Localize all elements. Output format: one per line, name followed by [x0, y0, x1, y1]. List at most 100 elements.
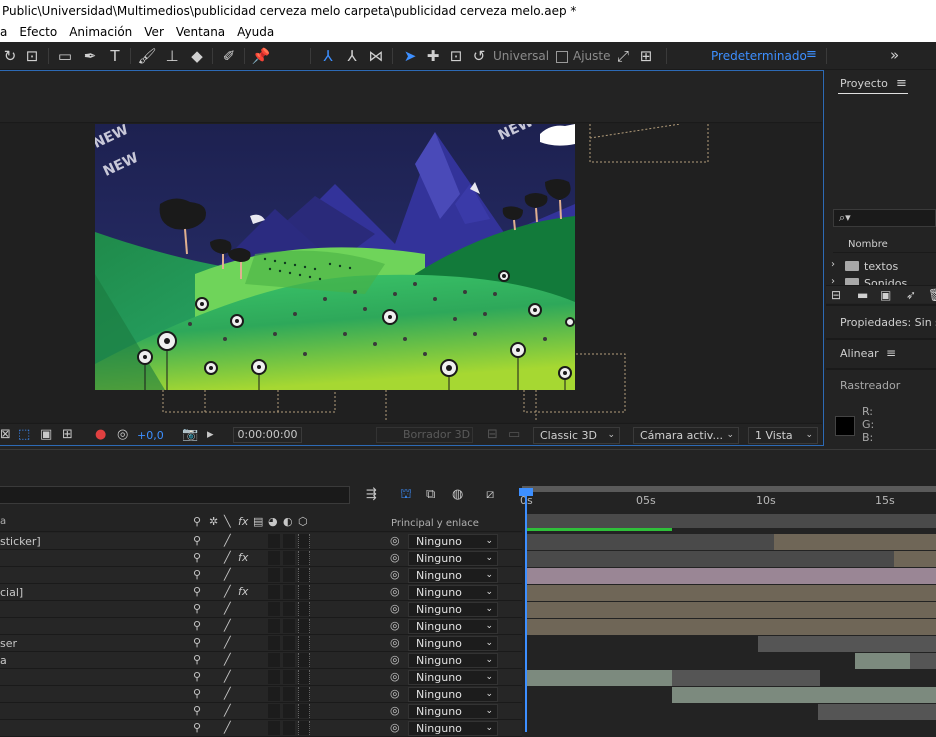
parent-dropdown[interactable]: Ninguno ⌄ — [408, 653, 498, 668]
puppet-pin-icon[interactable]: 📌 — [251, 46, 271, 66]
layer-row[interactable]: ⚲ ╱ ◎ Ninguno ⌄ — [0, 567, 522, 584]
motion-blur-switch[interactable] — [268, 721, 280, 735]
3d-layer-icon[interactable]: ⬡ — [298, 515, 308, 528]
pick-whip-icon[interactable]: ◎ — [390, 653, 400, 666]
shy-icon[interactable]: ⚲ — [193, 568, 201, 581]
layer-duration-bar[interactable] — [526, 619, 936, 635]
color-management-icon[interactable]: ◎ — [117, 427, 128, 442]
camera-dropdown[interactable]: Cámara activ... ⌄ — [633, 427, 739, 444]
scale-tool-icon[interactable]: ⊡ — [446, 46, 466, 66]
3d-layer-switch[interactable] — [298, 551, 310, 565]
layer-name[interactable]: sticker] — [0, 535, 41, 548]
frame-blending-icon[interactable]: ◍ — [452, 487, 463, 502]
snapshot-camera-icon[interactable]: 📷 — [182, 427, 198, 442]
pick-whip-icon[interactable]: ◎ — [390, 721, 400, 734]
pick-whip-icon[interactable]: ◎ — [390, 687, 400, 700]
motion-blur-switch[interactable] — [268, 568, 280, 582]
pick-whip-icon[interactable]: ◎ — [390, 568, 400, 581]
layer-duration-bar[interactable] — [526, 534, 774, 550]
rotate-icon[interactable]: ↻ — [0, 46, 20, 66]
quality-icon[interactable]: ╲ — [224, 515, 231, 528]
layer-duration-bar[interactable] — [526, 551, 894, 567]
layer-name-column[interactable]: a — [0, 516, 6, 527]
motion-blur-switch[interactable] — [268, 687, 280, 701]
world-axis-icon[interactable]: ⅄ — [342, 46, 362, 66]
layer-row[interactable]: ⚲ ╱ fx ◎ Ninguno ⌄ — [0, 550, 522, 567]
effect-switch-icon[interactable]: fx — [238, 551, 248, 564]
layer-row[interactable]: ⚲ ╱ ◎ Ninguno ⌄ — [0, 601, 522, 618]
snap-grid-icon[interactable]: ⊞ — [636, 46, 656, 66]
eraser-tool-icon[interactable]: ◆ — [187, 46, 207, 66]
parent-dropdown[interactable]: Ninguno ⌄ — [408, 721, 498, 736]
shy-icon[interactable]: ⚲ — [193, 687, 201, 700]
motion-blur-switch[interactable] — [268, 653, 280, 667]
menu-item-ventana[interactable]: Ventana — [171, 22, 232, 42]
project-settings-icon[interactable]: ➶ — [906, 288, 916, 302]
effect-icon[interactable]: fx — [238, 515, 248, 528]
layer-row[interactable]: ⚲ ╱ ◎ Ninguno ⌄ — [0, 618, 522, 635]
quality-switch-icon[interactable]: ╱ — [224, 721, 231, 734]
motion-blur-switch[interactable] — [268, 551, 280, 565]
quality-switch-icon[interactable]: ╱ — [224, 670, 231, 683]
3d-layer-switch[interactable] — [298, 568, 310, 582]
adjustment-switch[interactable] — [283, 721, 295, 735]
adjustment-switch[interactable] — [283, 619, 295, 633]
layer-row[interactable]: ⚲ ╱ ◎ Ninguno ⌄ — [0, 720, 522, 737]
pick-whip-icon[interactable]: ◎ — [390, 551, 400, 564]
parent-dropdown[interactable]: Ninguno ⌄ — [408, 670, 498, 685]
transparency-grid-icon[interactable]: ⊞ — [62, 427, 73, 442]
new-composition-icon[interactable]: ▣ — [880, 288, 891, 302]
pick-whip-icon[interactable]: ◎ — [390, 704, 400, 717]
pick-whip-icon[interactable]: ◎ — [390, 636, 400, 649]
project-item[interactable]: › textos — [826, 258, 936, 274]
shy-icon[interactable]: ⚲ — [193, 670, 201, 683]
shy-icon[interactable]: ⚲ — [193, 619, 201, 632]
parent-dropdown[interactable]: Ninguno ⌄ — [408, 619, 498, 634]
pick-whip-icon[interactable]: ◎ — [390, 670, 400, 683]
effect-switch-icon[interactable]: fx — [238, 585, 248, 598]
layer-row[interactable]: ⚲ ╱ ◎ Ninguno ⌄ — [0, 669, 522, 686]
parent-dropdown[interactable]: Ninguno ⌄ — [408, 687, 498, 702]
project-panel-tab[interactable]: Proyecto — [840, 77, 888, 90]
work-area[interactable] — [526, 514, 936, 528]
quality-switch-icon[interactable]: ╱ — [224, 619, 231, 632]
menu-item-ver[interactable]: Ver — [139, 22, 171, 42]
view-axis-icon[interactable]: ⋈ — [366, 46, 386, 66]
parent-dropdown[interactable]: Ninguno ⌄ — [408, 551, 498, 566]
local-axis-icon[interactable]: ⅄ — [318, 46, 338, 66]
quality-switch-icon[interactable]: ╱ — [224, 585, 231, 598]
view-layout-dropdown[interactable]: 1 Vista ⌄ — [748, 427, 818, 444]
layer-row[interactable]: cial] ⚲ ╱ fx ◎ Ninguno ⌄ — [0, 584, 522, 601]
shy-icon[interactable]: ⚲ — [193, 636, 201, 649]
selection-tool-icon[interactable]: ➤ — [400, 46, 420, 66]
layer-name[interactable]: ser — [0, 637, 17, 650]
3d-layer-switch[interactable] — [298, 585, 310, 599]
quality-switch-icon[interactable]: ╱ — [224, 568, 231, 581]
parent-dropdown[interactable]: Ninguno ⌄ — [408, 585, 498, 600]
layer-duration-bar[interactable] — [526, 602, 936, 618]
motion-blur-icon[interactable]: ◕ — [268, 515, 278, 528]
layer-duration-bar[interactable] — [526, 568, 936, 584]
quality-switch-icon[interactable]: ╱ — [224, 687, 231, 700]
collapse-icon[interactable]: ✲ — [209, 515, 218, 528]
trash-icon[interactable]: 🗑 — [928, 288, 936, 302]
3d-layer-switch[interactable] — [298, 670, 310, 684]
motion-blur-switch[interactable] — [268, 670, 280, 684]
layer-duration-bar[interactable] — [855, 653, 910, 669]
extended-viewer-icon[interactable]: ⊟ — [487, 427, 498, 442]
move-tool-icon[interactable]: ✚ — [423, 46, 443, 66]
time-ruler[interactable] — [522, 486, 936, 514]
chevron-right-icon[interactable]: › — [831, 276, 835, 285]
layer-name[interactable]: cial] — [0, 586, 23, 599]
adjustment-switch[interactable] — [283, 670, 295, 684]
3d-ground-plane-icon[interactable]: ▭ — [508, 427, 520, 442]
layer-duration-bar[interactable] — [526, 585, 936, 601]
panel-menu-icon[interactable]: ≡ — [886, 346, 896, 360]
properties-panel-tab[interactable]: Propiedades: Sin se — [840, 316, 936, 329]
3d-layer-switch[interactable] — [298, 602, 310, 616]
menu-item-animacion[interactable]: Animación — [64, 22, 139, 42]
adjustment-switch[interactable] — [283, 653, 295, 667]
frame-blend-icon[interactable]: ▤ — [253, 515, 263, 528]
chevron-right-icon[interactable]: › — [831, 259, 835, 270]
brush-tool-icon[interactable]: 🖌 — [137, 46, 157, 66]
